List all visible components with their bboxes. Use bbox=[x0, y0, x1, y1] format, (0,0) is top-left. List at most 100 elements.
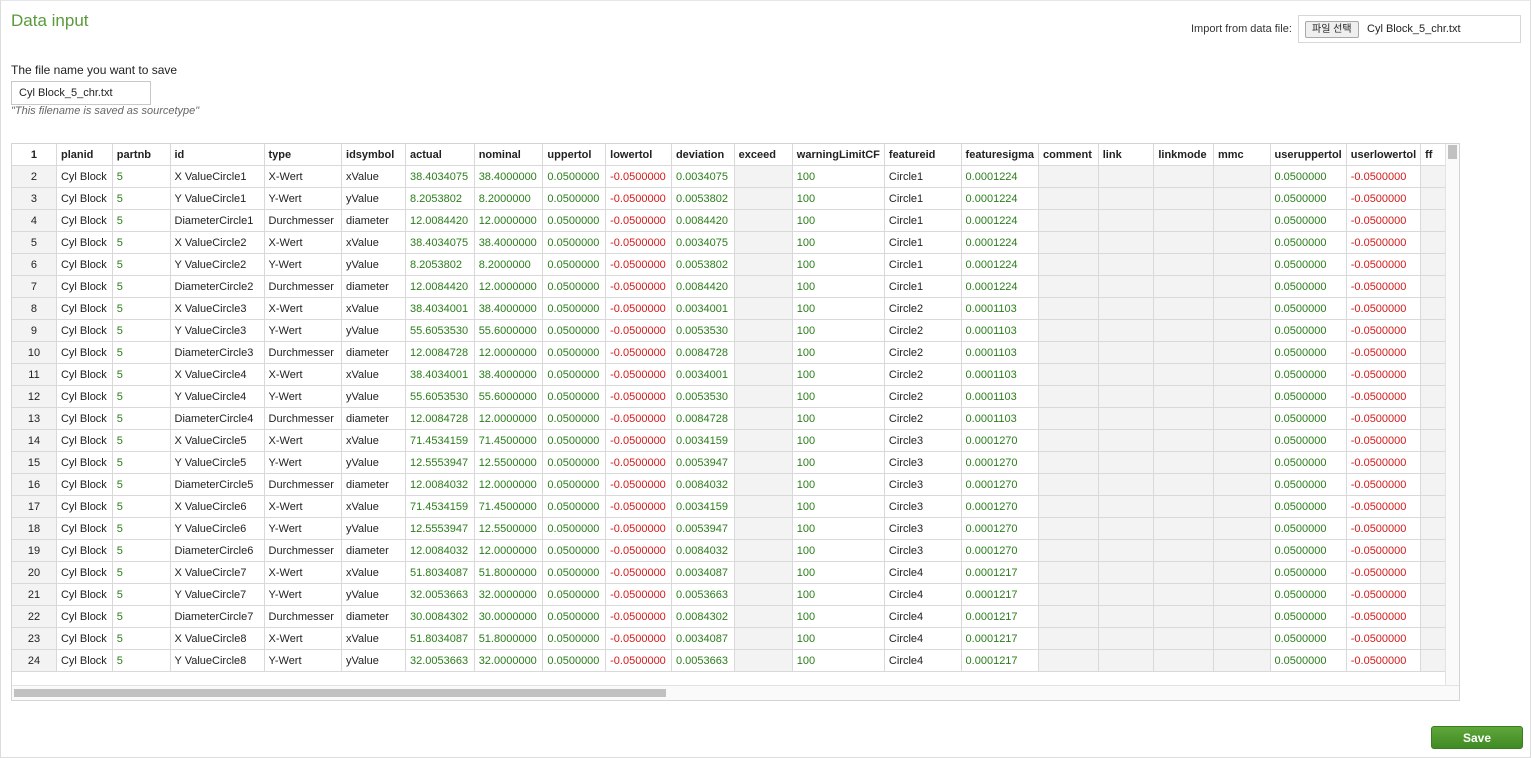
cell-planid[interactable]: Cyl Block bbox=[55, 363, 113, 386]
column-header-deviation[interactable]: deviation bbox=[670, 144, 735, 166]
cell-nominal[interactable]: 12.0000000 bbox=[473, 539, 544, 562]
horizontal-scroll-thumb[interactable] bbox=[14, 689, 666, 697]
cell-useruppertol[interactable]: 0.0500000 bbox=[1269, 341, 1347, 364]
cell-mmc[interactable] bbox=[1212, 473, 1271, 496]
cell-comment[interactable] bbox=[1038, 385, 1099, 408]
cell-link[interactable] bbox=[1097, 627, 1155, 650]
cell-partnb[interactable]: 5 bbox=[111, 187, 171, 210]
cell-deviation[interactable]: 0.0034159 bbox=[670, 429, 735, 452]
column-header-comment[interactable]: comment bbox=[1038, 144, 1099, 166]
cell-type[interactable]: X-Wert bbox=[263, 495, 343, 518]
cell-planid[interactable]: Cyl Block bbox=[55, 253, 113, 276]
cell-actual[interactable]: 55.6053530 bbox=[404, 385, 475, 408]
cell-featuresigma[interactable]: 0.0001217 bbox=[960, 605, 1040, 628]
cell-comment[interactable] bbox=[1038, 517, 1099, 540]
cell-deviation[interactable]: 0.0053947 bbox=[670, 517, 735, 540]
cell-mmc[interactable] bbox=[1212, 451, 1271, 474]
cell-actual[interactable]: 12.0084420 bbox=[404, 275, 475, 298]
cell-planid[interactable]: Cyl Block bbox=[55, 407, 113, 430]
cell-exceed[interactable] bbox=[733, 319, 793, 342]
cell-lowertol[interactable]: -0.0500000 bbox=[605, 231, 672, 254]
cell-nominal[interactable]: 12.0000000 bbox=[473, 407, 544, 430]
cell-partnb[interactable]: 5 bbox=[111, 363, 171, 386]
cell-featureid[interactable]: Circle3 bbox=[883, 473, 962, 496]
cell-featuresigma[interactable]: 0.0001103 bbox=[960, 341, 1040, 364]
cell-featuresigma[interactable]: 0.0001224 bbox=[960, 165, 1040, 188]
cell-linkmode[interactable] bbox=[1153, 253, 1214, 276]
cell-planid[interactable]: Cyl Block bbox=[55, 209, 113, 232]
column-header-id[interactable]: id bbox=[169, 144, 265, 166]
cell-mmc[interactable] bbox=[1212, 407, 1271, 430]
cell-mmc[interactable] bbox=[1212, 605, 1271, 628]
cell-uppertol[interactable]: 0.0500000 bbox=[542, 253, 607, 276]
cell-id[interactable]: DiameterCircle5 bbox=[169, 473, 265, 496]
cell-link[interactable] bbox=[1097, 297, 1155, 320]
cell-nominal[interactable]: 55.6000000 bbox=[473, 385, 544, 408]
cell-link[interactable] bbox=[1097, 517, 1155, 540]
cell-userlowertol[interactable]: -0.0500000 bbox=[1345, 561, 1422, 584]
cell-partnb[interactable]: 5 bbox=[111, 473, 171, 496]
cell-idsymbol[interactable]: xValue bbox=[341, 627, 406, 650]
cell-comment[interactable] bbox=[1038, 429, 1099, 452]
cell-exceed[interactable] bbox=[733, 407, 793, 430]
cell-useruppertol[interactable]: 0.0500000 bbox=[1269, 319, 1347, 342]
cell-actual[interactable]: 38.4034001 bbox=[404, 363, 475, 386]
cell-uppertol[interactable]: 0.0500000 bbox=[542, 539, 607, 562]
cell-planid[interactable]: Cyl Block bbox=[55, 341, 113, 364]
cell-featuresigma[interactable]: 0.0001224 bbox=[960, 253, 1040, 276]
cell-planid[interactable]: Cyl Block bbox=[55, 165, 113, 188]
cell-warninglimitcf[interactable]: 100 bbox=[791, 539, 885, 562]
cell-useruppertol[interactable]: 0.0500000 bbox=[1269, 385, 1347, 408]
cell-actual[interactable]: 12.0084032 bbox=[404, 539, 475, 562]
cell-comment[interactable] bbox=[1038, 583, 1099, 606]
cell-comment[interactable] bbox=[1038, 341, 1099, 364]
cell-partnb[interactable]: 5 bbox=[111, 627, 171, 650]
cell-id[interactable]: DiameterCircle7 bbox=[169, 605, 265, 628]
cell-nominal[interactable]: 32.0000000 bbox=[473, 649, 544, 672]
cell-featuresigma[interactable]: 0.0001103 bbox=[960, 407, 1040, 430]
cell-linkmode[interactable] bbox=[1153, 363, 1214, 386]
column-header-userlowertol[interactable]: userlowertol bbox=[1345, 144, 1422, 166]
cell-actual[interactable]: 8.2053802 bbox=[404, 187, 475, 210]
cell-planid[interactable]: Cyl Block bbox=[55, 385, 113, 408]
cell-warninglimitcf[interactable]: 100 bbox=[791, 275, 885, 298]
cell-exceed[interactable] bbox=[733, 539, 793, 562]
cell-mmc[interactable] bbox=[1212, 385, 1271, 408]
cell-mmc[interactable] bbox=[1212, 319, 1271, 342]
cell-uppertol[interactable]: 0.0500000 bbox=[542, 231, 607, 254]
cell-featureid[interactable]: Circle2 bbox=[883, 407, 962, 430]
cell-idsymbol[interactable]: diameter bbox=[341, 473, 406, 496]
cell-partnb[interactable]: 5 bbox=[111, 165, 171, 188]
cell-uppertol[interactable]: 0.0500000 bbox=[542, 385, 607, 408]
column-header-lowertol[interactable]: lowertol bbox=[605, 144, 672, 166]
cell-userlowertol[interactable]: -0.0500000 bbox=[1345, 209, 1422, 232]
cell-featuresigma[interactable]: 0.0001224 bbox=[960, 187, 1040, 210]
cell-nominal[interactable]: 38.4000000 bbox=[473, 363, 544, 386]
cell-useruppertol[interactable]: 0.0500000 bbox=[1269, 209, 1347, 232]
cell-idsymbol[interactable]: yValue bbox=[341, 451, 406, 474]
cell-id[interactable]: X ValueCircle2 bbox=[169, 231, 265, 254]
cell-linkmode[interactable] bbox=[1153, 297, 1214, 320]
cell-userlowertol[interactable]: -0.0500000 bbox=[1345, 583, 1422, 606]
cell-linkmode[interactable] bbox=[1153, 627, 1214, 650]
column-header-linkmode[interactable]: linkmode bbox=[1153, 144, 1214, 166]
cell-featuresigma[interactable]: 0.0001217 bbox=[960, 583, 1040, 606]
cell-userlowertol[interactable]: -0.0500000 bbox=[1345, 473, 1422, 496]
cell-linkmode[interactable] bbox=[1153, 275, 1214, 298]
cell-mmc[interactable] bbox=[1212, 429, 1271, 452]
cell-partnb[interactable]: 5 bbox=[111, 451, 171, 474]
cell-linkmode[interactable] bbox=[1153, 451, 1214, 474]
cell-comment[interactable] bbox=[1038, 363, 1099, 386]
cell-link[interactable] bbox=[1097, 363, 1155, 386]
cell-featureid[interactable]: Circle4 bbox=[883, 627, 962, 650]
cell-mmc[interactable] bbox=[1212, 341, 1271, 364]
cell-deviation[interactable]: 0.0034087 bbox=[670, 561, 735, 584]
cell-mmc[interactable] bbox=[1212, 539, 1271, 562]
cell-planid[interactable]: Cyl Block bbox=[55, 495, 113, 518]
cell-featuresigma[interactable]: 0.0001270 bbox=[960, 495, 1040, 518]
cell-uppertol[interactable]: 0.0500000 bbox=[542, 627, 607, 650]
cell-useruppertol[interactable]: 0.0500000 bbox=[1269, 627, 1347, 650]
cell-userlowertol[interactable]: -0.0500000 bbox=[1345, 517, 1422, 540]
column-header-type[interactable]: type bbox=[263, 144, 343, 166]
column-header-actual[interactable]: actual bbox=[404, 144, 475, 166]
